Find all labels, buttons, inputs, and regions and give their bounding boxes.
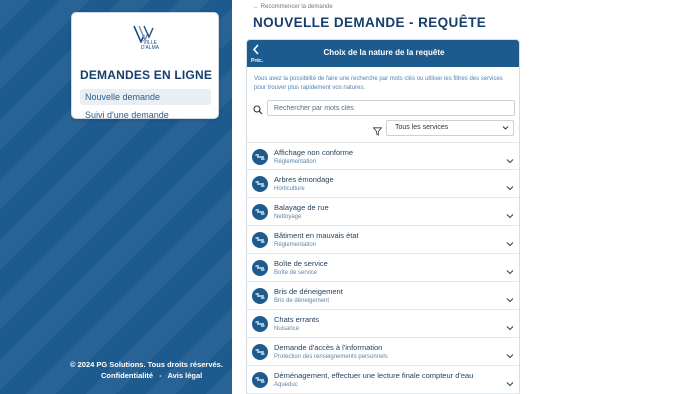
search-input[interactable] (267, 100, 515, 116)
item-service: Réglementation (274, 242, 317, 248)
legal-link[interactable]: Avis légal (168, 371, 203, 380)
request-icon (252, 232, 268, 248)
list-item[interactable]: Balayage de rue Nettoyage (247, 198, 519, 226)
chevron-down-icon[interactable] (506, 291, 514, 303)
copyright: © 2024 PG Solutions. Tous droits réservé… (70, 360, 223, 369)
back-label: Préc. (251, 58, 264, 64)
filter-icon (372, 123, 383, 136)
restart-link[interactable]: ← Recommencer la demande (253, 4, 333, 10)
item-title: Chats errants (274, 315, 320, 324)
chevron-down-icon[interactable] (506, 263, 514, 275)
list-item[interactable]: Affichage non conforme Réglementation (247, 142, 519, 170)
request-icon (252, 288, 268, 304)
item-title: Demande d'accès à l'information (274, 343, 383, 352)
privacy-link[interactable]: Confidentialité (101, 371, 153, 380)
chevron-down-icon[interactable] (506, 375, 514, 387)
chevron-down-icon[interactable] (506, 235, 514, 247)
list-item[interactable]: Déménagement, effectuer une lecture fina… (247, 366, 519, 394)
item-title: Arbres émondage (274, 175, 334, 184)
service-filter-value: Tous les services (395, 124, 449, 131)
item-service: Réglementation (274, 159, 317, 165)
item-title: Boîte de service (274, 259, 328, 268)
item-service: Aqueduc (274, 382, 298, 388)
item-service: Nuisance (274, 326, 300, 332)
footer-links: Confidentialité - Avis légal (0, 371, 232, 380)
list-item[interactable]: Bâtiment en mauvais état Réglementation (247, 226, 519, 254)
item-service: Boîte de service (274, 270, 318, 276)
nav-item-track-request[interactable]: Suivi d'une demande (80, 107, 211, 123)
search-icon (253, 102, 263, 115)
item-title: Affichage non conforme (274, 148, 354, 157)
chevron-down-icon[interactable] (506, 347, 514, 359)
request-card: Préc. Choix de la nature de la requête V… (246, 39, 520, 394)
service-filter-select[interactable]: Tous les services (386, 120, 514, 136)
item-title: Déménagement, effectuer une lecture fina… (274, 371, 474, 380)
nav-item-new-request[interactable]: Nouvelle demande (80, 89, 211, 105)
chevron-down-icon[interactable] (506, 152, 514, 164)
chevron-down-icon[interactable] (506, 319, 514, 331)
request-icon (252, 316, 268, 332)
item-service: Protection des renseignements personnels (274, 354, 388, 360)
request-type-list: Affichage non conforme Réglementation Arbr… (247, 142, 519, 394)
chevron-down-icon[interactable] (506, 207, 514, 219)
logo-text: VILLE D'ALMA (140, 40, 160, 51)
list-item[interactable]: Boîte de service Boîte de service (247, 254, 519, 282)
list-item[interactable]: Bris de déneigement Bris de déneigement (247, 282, 519, 310)
item-service: Horticulture (274, 186, 305, 192)
item-title: Balayage de rue (274, 203, 329, 212)
list-item[interactable]: Chats errants Nuisance (247, 310, 519, 338)
list-item[interactable]: Arbres émondage Horticulture (247, 170, 519, 198)
item-title: Bâtiment en mauvais état (274, 231, 359, 240)
page-title: NOUVELLE DEMANDE - REQUÊTE (253, 15, 487, 30)
intro-text: Vous avez la possibilité de faire une re… (254, 76, 503, 91)
footer-separator: - (159, 371, 162, 380)
request-icon (252, 204, 268, 220)
request-icon (252, 344, 268, 360)
request-icon (252, 149, 268, 165)
chevron-down-icon (502, 121, 509, 141)
request-icon (252, 260, 268, 276)
chevron-down-icon[interactable] (506, 179, 514, 191)
request-icon (252, 372, 268, 388)
list-item[interactable]: Demande d'accès à l'information Protectio… (247, 338, 519, 366)
navigation-card: VILLE D'ALMA DEMANDES EN LIGNE Nouvelle … (71, 12, 219, 120)
app-title: DEMANDES EN LIGNE (79, 68, 213, 82)
card-header: Préc. Choix de la nature de la requête (247, 40, 519, 67)
sidebar-background: VILLE D'ALMA DEMANDES EN LIGNE Nouvelle … (0, 0, 232, 394)
card-title: Choix de la nature de la requête (323, 48, 445, 57)
item-title: Bris de déneigement (274, 287, 343, 296)
item-service: Bris de déneigement (274, 298, 330, 304)
item-service: Nettoyage (274, 214, 302, 220)
request-icon (252, 176, 268, 192)
